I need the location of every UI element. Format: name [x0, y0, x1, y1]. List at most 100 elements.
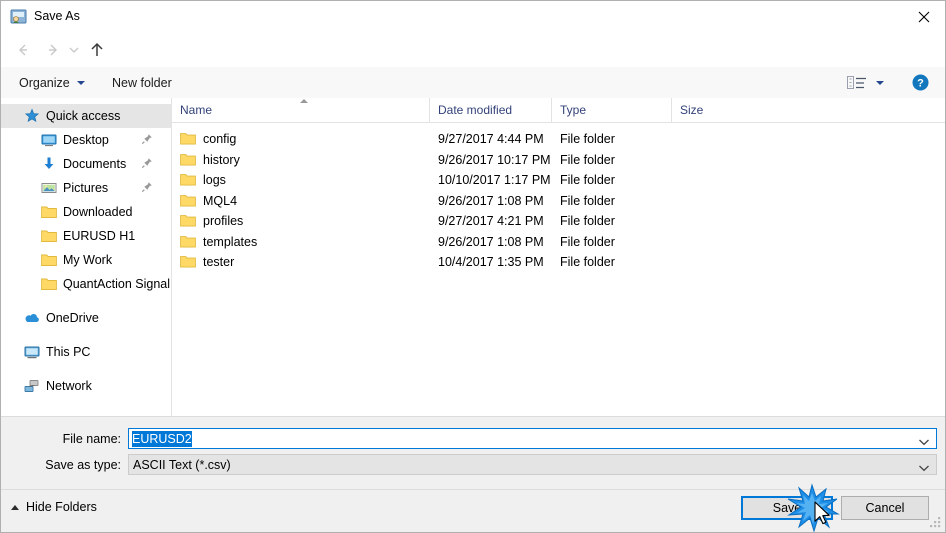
pin-icon[interactable] [141, 133, 153, 145]
folder-icon [180, 153, 196, 167]
navigation-bar: « Roaming ❯ MetaQuotes ❯ Terminal ❯ 9155… [1, 32, 945, 92]
up-one-level-button[interactable] [85, 38, 109, 62]
file-name-label: profiles [203, 214, 244, 229]
chevron-up-icon [11, 504, 19, 510]
file-date-cell: 10/10/2017 1:17 PM [438, 173, 551, 188]
sidebar-item-quantaction-signal[interactable]: QuantAction Signal [1, 272, 171, 296]
sidebar-item-label: Quick access [46, 109, 121, 123]
column-header-label: Type [560, 103, 587, 117]
title-bar: Save As [1, 1, 945, 32]
cancel-button[interactable]: Cancel [841, 496, 929, 520]
column-header-size[interactable]: Size [671, 98, 751, 122]
back-button[interactable] [11, 38, 35, 62]
file-date-cell: 9/26/2017 1:08 PM [438, 234, 544, 249]
save-button[interactable]: Save [741, 496, 833, 520]
sidebar-item-downloaded[interactable]: Downloaded [1, 200, 171, 224]
save-as-type-select[interactable]: ASCII Text (*.csv) [128, 454, 937, 475]
file-name-label: history [203, 152, 240, 167]
sidebar-item-quick-access[interactable]: Quick access [1, 104, 171, 128]
file-name-label: File name: [62, 432, 121, 446]
file-date-cell: 9/26/2017 1:08 PM [438, 193, 544, 208]
table-row[interactable]: tester 10/4/2017 1:35 PM File folder [172, 252, 945, 273]
file-date-cell: 9/27/2017 4:44 PM [438, 132, 544, 147]
sidebar-item-label: My Work [63, 253, 113, 267]
table-row[interactable]: config 9/27/2017 4:44 PM File folder [172, 129, 945, 150]
sidebar-item-onedrive[interactable]: OneDrive [1, 306, 171, 330]
organize-label: Organize [19, 75, 70, 90]
folder-icon [180, 255, 196, 269]
file-list-header: Name Date modified Type Size [172, 98, 945, 123]
column-header-name[interactable]: Name [172, 98, 429, 122]
sidebar-item-my-work[interactable]: My Work [1, 248, 171, 272]
sidebar-item-label: QuantAction Signal [63, 277, 171, 291]
close-button[interactable] [901, 1, 945, 32]
file-name-cell: logs [180, 170, 226, 191]
column-header-type[interactable]: Type [551, 98, 671, 122]
file-date-cell: 9/26/2017 10:17 PM [438, 152, 551, 167]
file-name-label: config [203, 132, 237, 147]
sidebar-item-network[interactable]: Network [1, 374, 171, 398]
folder-icon [41, 276, 57, 292]
chevron-down-icon[interactable] [918, 461, 930, 471]
sidebar-item-label: Pictures [63, 181, 109, 195]
sidebar-item-this-pc[interactable]: This PC [1, 340, 171, 364]
change-view-button[interactable] [847, 67, 884, 98]
sidebar-item-label: Downloaded [63, 205, 133, 219]
file-type-cell: File folder [560, 173, 615, 188]
folder-icon [180, 173, 196, 187]
chevron-down-icon[interactable] [918, 435, 930, 445]
table-row[interactable]: history 9/26/2017 10:17 PM File folder [172, 150, 945, 171]
sidebar-item-label: This PC [46, 345, 91, 359]
save-as-type-value: ASCII Text (*.csv) [133, 457, 231, 472]
this-pc-icon [24, 344, 40, 360]
onedrive-cloud-icon [24, 310, 40, 326]
arrow-up-icon [91, 42, 103, 56]
file-name-cell: templates [180, 232, 257, 253]
file-type-cell: File folder [560, 234, 615, 249]
sidebar-item-eurusd-h1[interactable]: EURUSD H1 [1, 224, 171, 248]
file-name-label: MQL4 [203, 193, 238, 208]
file-name-cell: history [180, 150, 240, 171]
file-name-label: logs [203, 173, 226, 188]
file-name-label: templates [203, 234, 258, 249]
file-type-cell: File folder [560, 214, 615, 229]
hide-folders-button[interactable]: Hide Folders [11, 500, 97, 514]
file-name-label: tester [203, 255, 235, 270]
sidebar-item-label: Network [46, 379, 92, 393]
file-type-cell: File folder [560, 152, 615, 167]
sidebar-item-pictures[interactable]: Pictures [1, 176, 171, 200]
recent-locations-button[interactable] [65, 38, 83, 62]
pin-icon[interactable] [141, 157, 153, 169]
table-row[interactable]: templates 9/26/2017 1:08 PM File folder [172, 232, 945, 253]
sort-ascending-icon [300, 99, 308, 103]
column-header-label: Size [680, 103, 704, 117]
folder-icon [180, 132, 196, 146]
folder-icon [41, 204, 57, 220]
column-header-date-modified[interactable]: Date modified [429, 98, 551, 122]
help-button[interactable]: ? [912, 74, 929, 91]
table-row[interactable]: profiles 9/27/2017 4:21 PM File folder [172, 211, 945, 232]
sidebar-item-documents[interactable]: Documents [1, 152, 171, 176]
folder-icon [41, 228, 57, 244]
folder-icon [180, 194, 196, 208]
new-folder-button[interactable]: New folder [104, 67, 180, 98]
column-header-label: Name [180, 103, 213, 117]
file-name-cell: tester [180, 252, 234, 273]
organize-button[interactable]: Organize [11, 67, 93, 98]
file-type-cell: File folder [560, 193, 615, 208]
forward-button[interactable] [41, 38, 65, 62]
pin-icon[interactable] [141, 181, 153, 193]
command-bar: Organize New folder ? [1, 67, 945, 99]
table-row[interactable]: MQL4 9/26/2017 1:08 PM File folder [172, 191, 945, 212]
sidebar-item-desktop[interactable]: Desktop [1, 128, 171, 152]
table-row[interactable]: logs 10/10/2017 1:17 PM File folder [172, 170, 945, 191]
view-layout-icon [847, 75, 866, 89]
file-name-input[interactable]: EURUSD2 [128, 428, 937, 449]
column-header-label: Date modified [438, 103, 513, 117]
save-as-dialog: Save As Search 915566BA06ADA40756... Org… [0, 0, 946, 533]
folder-icon [180, 214, 196, 228]
file-name-cell: profiles [180, 211, 243, 232]
